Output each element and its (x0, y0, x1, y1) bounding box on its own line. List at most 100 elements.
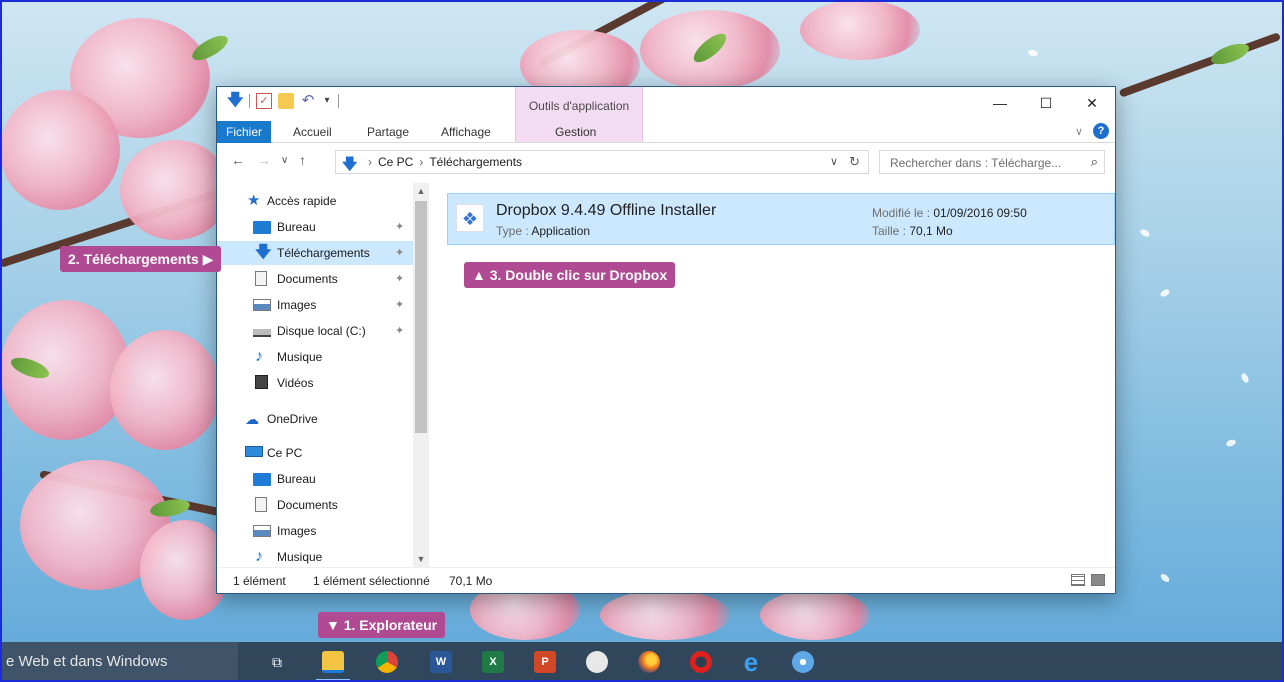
undo-icon[interactable]: ↶ (300, 93, 316, 109)
nav-item-label: Accès rapide (267, 194, 337, 208)
file-item-dropbox-installer[interactable]: ❖ Dropbox 9.4.49 Offline Installer Type … (447, 193, 1115, 245)
quick-access-toolbar: 🡇 ✓ ↶ ▾ (227, 93, 339, 109)
file-explorer-icon[interactable] (322, 651, 344, 673)
view-switcher (1071, 574, 1105, 586)
large-icons-view-icon[interactable] (1091, 574, 1105, 586)
word-icon[interactable]: W (430, 651, 452, 673)
tab-fichier[interactable]: Fichier (217, 121, 272, 143)
blossom (800, 0, 920, 60)
this-pc-icon (245, 446, 263, 457)
forward-arrow-icon[interactable]: → (257, 152, 271, 168)
title-bar[interactable]: 🡇 ✓ ↶ ▾ Outils d'application — ☐ ✕ (217, 87, 1115, 143)
leaf (188, 31, 232, 65)
nav-item-music[interactable]: ♪ Musique (217, 345, 413, 369)
videos-folder-icon (255, 375, 268, 389)
edge-icon[interactable]: e (740, 649, 762, 675)
callout-step-2: 2. Téléchargements ▶ (60, 246, 222, 272)
download-folder-icon: 🡇 (255, 244, 272, 261)
scroll-up-icon[interactable]: ▲ (413, 183, 429, 199)
star-icon: ★ (247, 192, 261, 209)
petal (1139, 227, 1151, 239)
nav-item-downloads[interactable]: 🡇 Téléchargements ✦ (217, 241, 413, 265)
nav-item-label: Disque local (C:) (277, 324, 366, 338)
status-bar: 1 élément 1 élément sélectionné 70,1 Mo (217, 567, 1115, 593)
desktop-folder-icon (253, 221, 271, 234)
tab-gestion[interactable]: Gestion (547, 122, 604, 142)
minimize-button[interactable]: — (977, 87, 1023, 119)
nav-item-documents[interactable]: Documents (217, 493, 413, 517)
customize-toolbar-icon[interactable]: ▾ (322, 93, 332, 109)
blossom (760, 590, 870, 640)
callout-step-3: ▲ 3. Double clic sur Dropbox (464, 262, 676, 288)
task-view-icon[interactable]: ⧉ (266, 651, 288, 673)
nav-item-images[interactable]: Images (217, 519, 413, 543)
tab-affichage[interactable]: Affichage (433, 122, 499, 142)
nav-scrollbar[interactable]: ▲ ▼ (413, 183, 429, 567)
blossom (120, 140, 230, 240)
ribbon-right: ∨ ? (1075, 123, 1109, 139)
nav-item-label: Vidéos (277, 376, 314, 390)
chevron-down-icon[interactable]: ∨ (830, 155, 838, 168)
petal (1027, 49, 1039, 57)
properties-icon[interactable]: ✓ (256, 93, 272, 109)
search-input[interactable]: Rechercher dans : Télécharge... (890, 156, 1061, 170)
scroll-thumb[interactable] (415, 201, 427, 433)
tab-accueil[interactable]: Accueil (285, 122, 340, 142)
details-view-icon[interactable] (1071, 574, 1085, 586)
scroll-down-icon[interactable]: ▼ (413, 551, 429, 567)
petal (1239, 372, 1251, 384)
back-arrow-icon[interactable]: ← (231, 152, 245, 168)
expand-ribbon-icon[interactable]: ∨ (1075, 125, 1083, 138)
pin-icon: ✦ (395, 247, 405, 259)
images-folder-icon (253, 525, 271, 537)
opera-icon[interactable] (690, 651, 712, 673)
nav-item-this-pc[interactable]: Ce PC (217, 441, 413, 465)
search-box[interactable]: Rechercher dans : Télécharge... ⌕ (879, 150, 1105, 174)
nav-item-label: Ce PC (267, 446, 303, 460)
search-icon[interactable]: ⌕ (1091, 154, 1098, 170)
nav-item-documents[interactable]: Documents ✦ (217, 267, 413, 291)
pin-icon: ✦ (395, 273, 405, 285)
file-modified: Modifié le : 01/09/2016 09:50 (872, 206, 1027, 220)
status-selected: 1 élément sélectionné (313, 574, 430, 588)
chrome-icon[interactable] (376, 651, 398, 673)
pin-icon: ✦ (395, 299, 405, 311)
safari-icon[interactable] (792, 651, 814, 673)
blossom (600, 590, 730, 640)
nav-item-onedrive[interactable]: ☁ OneDrive (217, 407, 413, 431)
maximize-button[interactable]: ☐ (1023, 87, 1069, 119)
firefox-icon[interactable] (638, 651, 660, 673)
nav-item-music[interactable]: ♪ Musique (217, 545, 413, 567)
breadcrumb-downloads[interactable]: Téléchargements (429, 155, 522, 169)
new-folder-icon[interactable] (278, 93, 294, 109)
recent-locations-icon[interactable]: ∨ (281, 155, 288, 166)
nav-item-label: Bureau (277, 472, 316, 486)
drive-icon (253, 329, 271, 337)
taskbar-search[interactable]: e Web et dans Windows (0, 642, 238, 682)
music-folder-icon: ♪ (255, 548, 263, 565)
nav-item-local-disk[interactable]: Disque local (C:) ✦ (217, 319, 413, 343)
file-size: Taille : 70,1 Mo (872, 224, 953, 238)
address-bar[interactable]: 🡇 › Ce PC › Téléchargements ∨ ↻ (335, 150, 869, 174)
nav-item-desktop[interactable]: Bureau (217, 467, 413, 491)
dropbox-icon: ❖ (456, 204, 484, 232)
help-icon[interactable]: ? (1093, 123, 1109, 139)
file-modified-value: 01/09/2016 09:50 (933, 206, 1027, 220)
breadcrumb-this-pc[interactable]: Ce PC (378, 155, 413, 169)
powerpoint-icon[interactable]: P (534, 651, 556, 673)
tab-partage[interactable]: Partage (359, 122, 417, 142)
up-arrow-icon[interactable]: ↑ (299, 152, 306, 168)
nav-item-label: Téléchargements (277, 246, 370, 260)
documents-folder-icon (255, 497, 267, 512)
images-folder-icon (253, 299, 271, 311)
nav-item-videos[interactable]: Vidéos (217, 371, 413, 395)
nav-item-desktop[interactable]: Bureau ✦ (217, 215, 413, 239)
paint-icon[interactable] (586, 651, 608, 673)
excel-icon[interactable]: X (482, 651, 504, 673)
nav-item-label: Documents (277, 272, 338, 286)
nav-item-quick-access[interactable]: ★ Accès rapide (217, 189, 413, 213)
close-button[interactable]: ✕ (1069, 87, 1115, 119)
nav-item-images[interactable]: Images ✦ (217, 293, 413, 317)
music-folder-icon: ♪ (255, 348, 263, 365)
refresh-icon[interactable]: ↻ (849, 154, 860, 170)
